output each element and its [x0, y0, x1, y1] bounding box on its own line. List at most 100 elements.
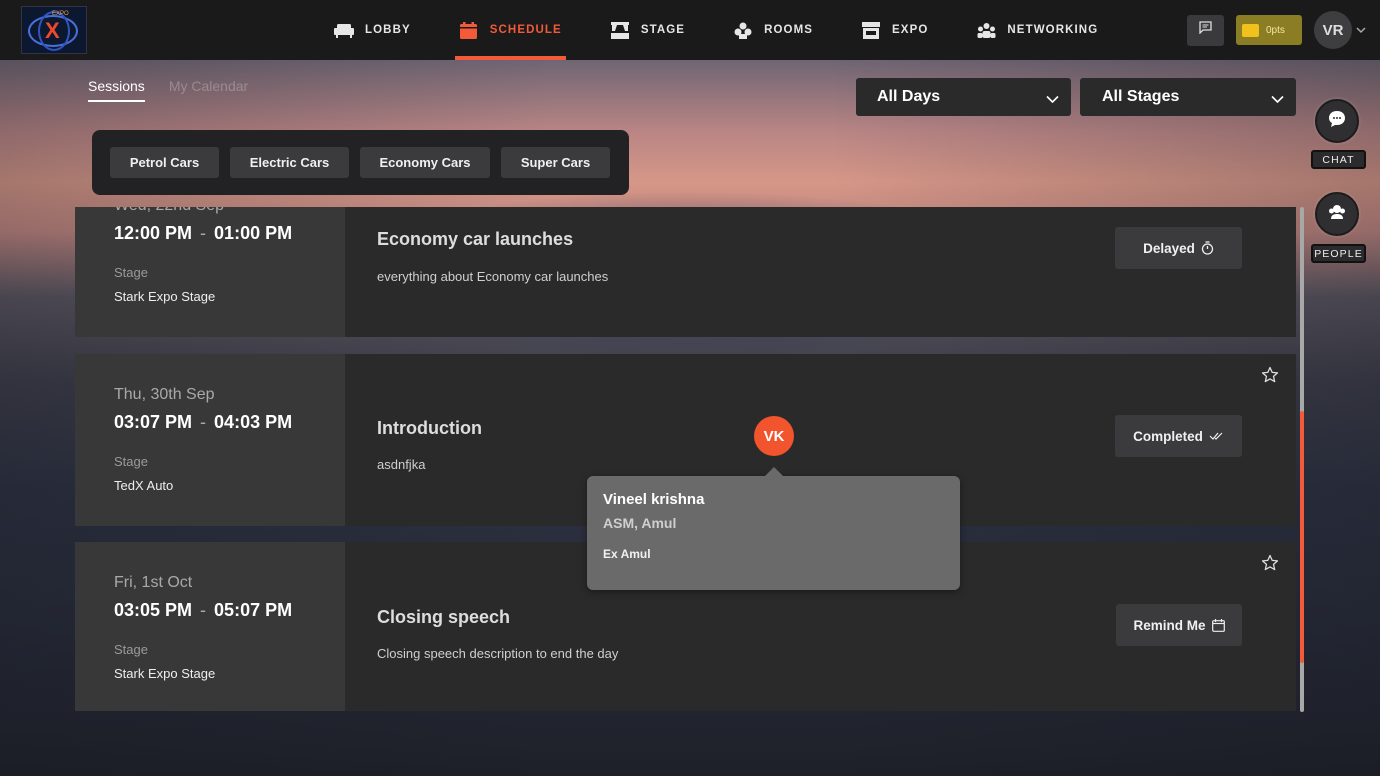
double-check-icon [1209, 431, 1224, 441]
top-nav-bar: EXPO X LOBBY SCHEDULE STAGE ROOMS EXPO N… [0, 0, 1380, 60]
people-button[interactable] [1315, 192, 1359, 236]
tab-my-calendar[interactable]: My Calendar [169, 78, 248, 102]
points-value: 0pts [1266, 24, 1285, 36]
chat-label[interactable]: CHAT [1311, 150, 1366, 169]
message-icon [1199, 21, 1212, 39]
session-title[interactable]: Economy car launches [377, 229, 573, 250]
nav-label: ROOMS [764, 24, 814, 36]
session-date: Wed, 22nd Sep [114, 207, 224, 215]
session-title[interactable]: Closing speech [377, 607, 510, 628]
logo-text-mark: EXPO [52, 11, 69, 17]
filter-chip-super-cars[interactable]: Super Cars [501, 147, 610, 178]
session-title[interactable]: Introduction [377, 418, 482, 439]
session-date: Thu, 30th Sep [114, 386, 215, 403]
filter-chip-electric-cars[interactable]: Electric Cars [230, 147, 349, 178]
favorite-star-icon[interactable] [1261, 554, 1279, 572]
time-separator: - [200, 600, 207, 620]
coin-icon [1242, 23, 1259, 37]
nav-networking[interactable]: NETWORKING [972, 0, 1102, 60]
session-date: Fri, 1st Oct [114, 574, 193, 591]
session-start-time: 03:05 PM [114, 600, 193, 620]
stage-icon [610, 21, 630, 39]
messages-button[interactable] [1187, 14, 1224, 46]
scrollbar-thumb[interactable] [1300, 411, 1304, 663]
points-badge[interactable]: 0pts [1236, 15, 1302, 45]
session-end-time: 04:03 PM [214, 412, 293, 432]
chat-bubble-icon [1327, 109, 1347, 134]
people-label[interactable]: PEOPLE [1311, 244, 1366, 263]
nav-schedule[interactable]: SCHEDULE [454, 0, 566, 60]
session-description: everything about Economy car launches [377, 269, 609, 284]
calendar-icon [1211, 618, 1225, 632]
calendar-icon [459, 21, 479, 39]
stage-name: Stark Expo Stage [114, 666, 216, 681]
status-completed-button[interactable]: Completed [1115, 415, 1242, 457]
session-end-time: 05:07 PM [214, 600, 293, 620]
nav-rooms[interactable]: ROOMS [729, 0, 817, 60]
tab-sessions[interactable]: Sessions [88, 78, 145, 102]
chevron-down-icon[interactable] [1356, 25, 1366, 35]
session-description: Closing speech description to end the da… [377, 646, 619, 661]
user-avatar[interactable]: VR [1314, 11, 1352, 49]
nav-expo[interactable]: EXPO [857, 0, 932, 60]
sofa-icon [334, 21, 354, 39]
days-select-value: All Days [877, 88, 941, 105]
remind-me-button[interactable]: Remind Me [1116, 604, 1242, 646]
nav-label: SCHEDULE [489, 24, 562, 36]
status-delayed-button[interactable]: Delayed [1115, 227, 1242, 269]
session-end-time: 01:00 PM [214, 223, 293, 243]
event-logo[interactable]: EXPO X [21, 6, 87, 54]
stage-label: Stage [114, 454, 148, 469]
people-icon [1327, 202, 1347, 227]
session-time: 12:00 PM -01:00 PM [114, 223, 292, 244]
nav-label: STAGE [640, 24, 686, 36]
schedule-subtabs: Sessions My Calendar [88, 78, 272, 102]
favorite-star-icon[interactable] [1261, 366, 1279, 384]
filter-chip-petrol-cars[interactable]: Petrol Cars [110, 147, 219, 178]
session-start-time: 03:07 PM [114, 412, 193, 432]
stages-select[interactable]: All Stages [1080, 78, 1296, 116]
filter-chip-economy-cars[interactable]: Economy Cars [360, 147, 490, 178]
status-label: Completed [1133, 428, 1203, 444]
nav-label: EXPO [892, 24, 929, 36]
days-select[interactable]: All Days [856, 78, 1071, 116]
chat-button[interactable] [1315, 99, 1359, 143]
category-filter-panel: Petrol Cars Electric Cars Economy Cars S… [92, 130, 629, 195]
nav-lobby[interactable]: LOBBY [330, 0, 415, 60]
session-time-panel: Thu, 30th Sep 03:07 PM -04:03 PM Stage Te… [75, 354, 345, 526]
nav-label: LOBBY [365, 24, 411, 36]
nav-label: NETWORKING [1007, 24, 1099, 36]
main-nav: LOBBY SCHEDULE STAGE ROOMS EXPO NETWORKI… [330, 0, 1102, 60]
speaker-bio: Ex Amul [603, 547, 651, 561]
session-time: 03:07 PM -04:03 PM [114, 412, 292, 433]
top-right-controls: 0pts VR [1187, 11, 1366, 49]
status-label: Delayed [1143, 240, 1195, 256]
expo-icon [861, 21, 881, 39]
chevron-down-icon [1271, 91, 1284, 104]
sessions-scrollbar[interactable] [1300, 207, 1304, 712]
session-time-panel: Fri, 1st Oct 03:05 PM -05:07 PM Stage Sta… [75, 542, 345, 711]
session-start-time: 12:00 PM [114, 223, 193, 243]
rooms-icon [733, 21, 753, 39]
status-label: Remind Me [1133, 617, 1206, 633]
stage-name: Stark Expo Stage [114, 289, 216, 304]
speaker-role: ASM, Amul [603, 515, 677, 531]
stage-label: Stage [114, 642, 148, 657]
chevron-down-icon [1046, 91, 1059, 104]
session-card[interactable]: Wed, 22nd Sep 12:00 PM-01:00 PM Stage St… [75, 207, 1296, 337]
stage-label: Stage [114, 265, 148, 280]
nav-stage[interactable]: STAGE [606, 0, 689, 60]
stage-name: TedX Auto [114, 478, 174, 493]
speaker-avatar[interactable]: VK [754, 416, 794, 456]
session-time-panel: Wed, 22nd Sep 12:00 PM-01:00 PM Stage St… [75, 207, 345, 337]
speaker-popover: Vineel krishna ASM, Amul Ex Amul [587, 467, 960, 590]
time-separator: - [200, 223, 207, 243]
speaker-name: Vineel krishna [603, 491, 705, 508]
session-description: asdnfjka [377, 457, 426, 472]
time-separator: - [200, 412, 207, 432]
timer-icon [1201, 241, 1214, 255]
session-time: 03:05 PM -05:07 PM [114, 600, 292, 621]
stages-select-value: All Stages [1102, 88, 1180, 105]
networking-icon [976, 21, 996, 39]
logo-x-mark: X [45, 18, 60, 43]
